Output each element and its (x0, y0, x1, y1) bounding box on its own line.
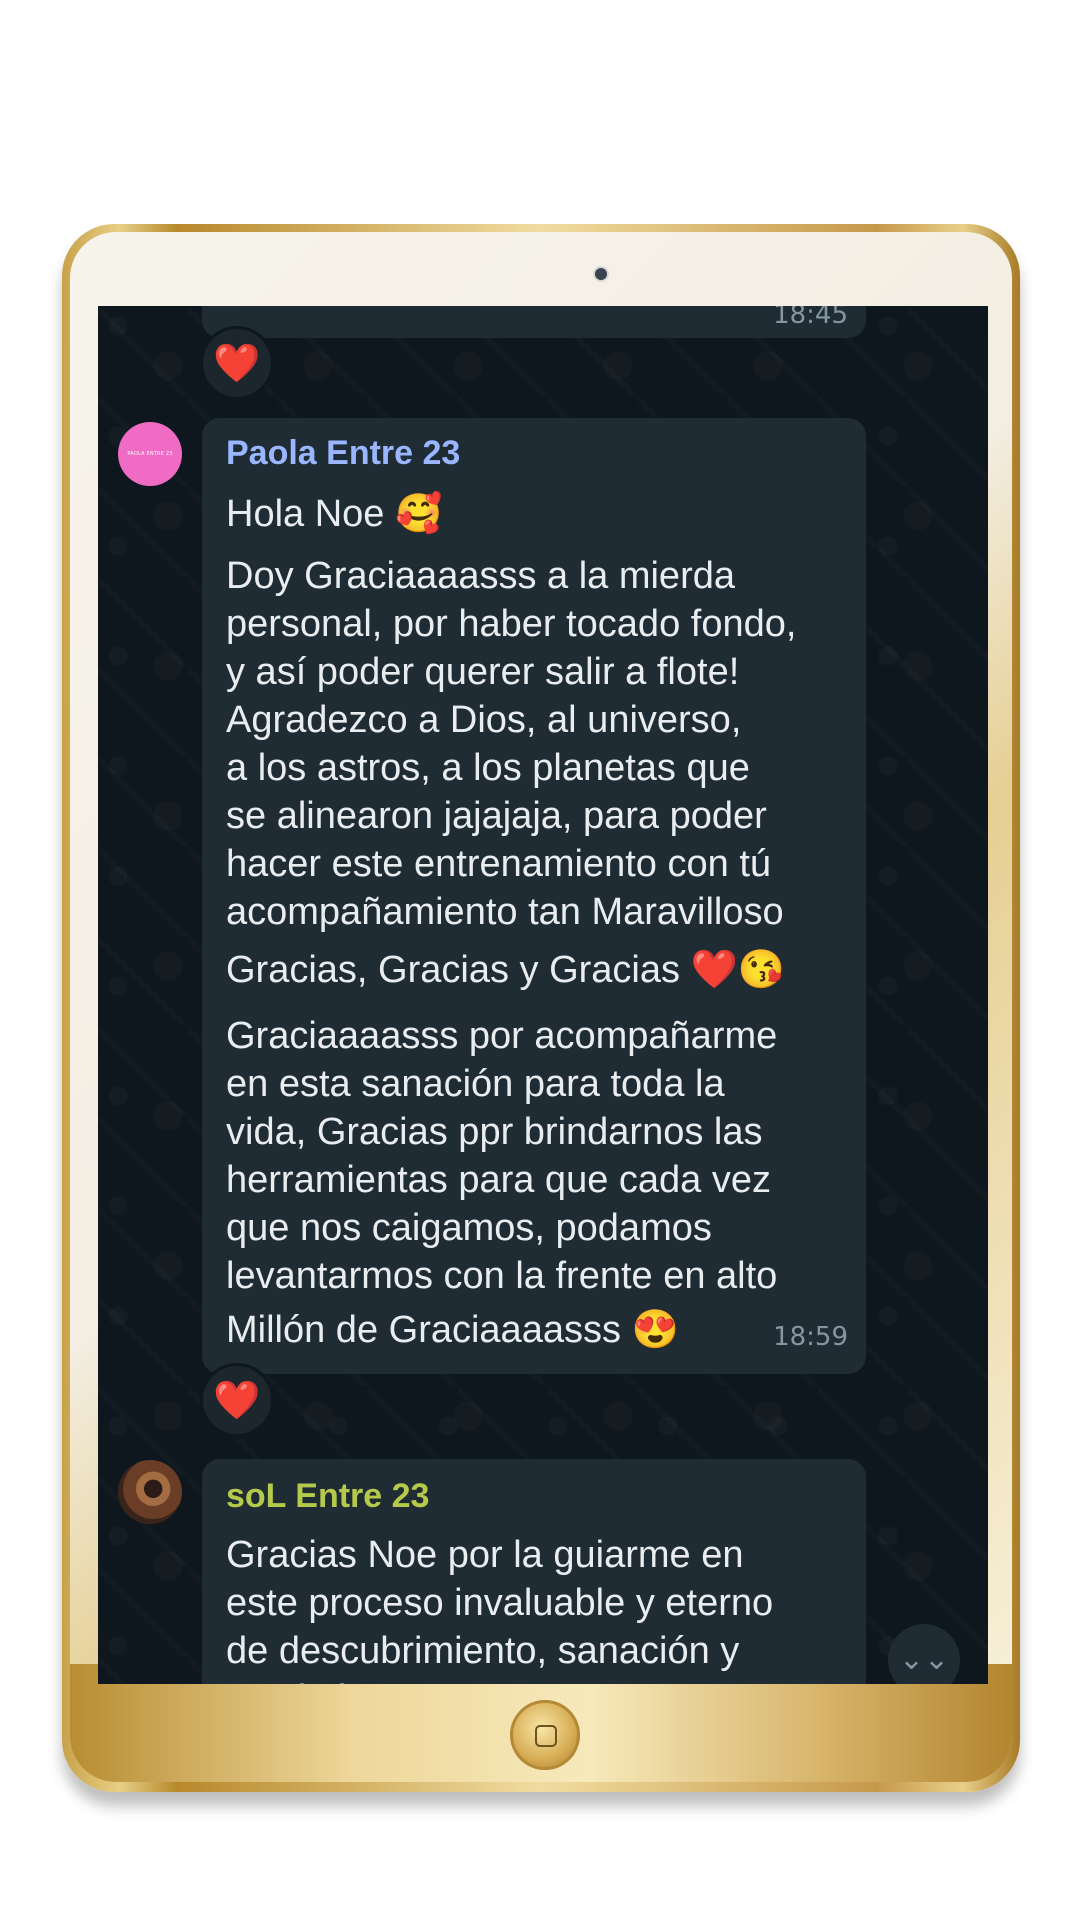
message-greeting: Hola Noe 🥰 (226, 493, 443, 535)
message-paragraph-2: Graciaaaasss por acompañarme en esta san… (226, 1015, 778, 1297)
message-paragraph-1: Doy Graciaaaasss a la mierda personal, p… (226, 555, 797, 933)
sender-name-sol: soL Entre 23 (226, 1477, 430, 1515)
tablet-frame: ♥ 18:45 ❤️ PAOLA ENTRE 23 Paola Entre 23… (62, 224, 1020, 1792)
sender-name-paola: Paola Entre 23 (226, 434, 461, 472)
heart-reaction-icon[interactable]: ❤️ (200, 326, 274, 400)
message-final-line: Millón de Graciaaaasss 😍 (226, 1309, 679, 1351)
avatar-label: PAOLA ENTRE 23 (127, 451, 173, 457)
message-text-sol: Gracias Noe por la guiarme en este proce… (226, 1534, 774, 1684)
front-camera (595, 268, 607, 280)
avatar-paola[interactable]: PAOLA ENTRE 23 (118, 422, 182, 486)
heart-reaction-icon[interactable]: ❤️ (200, 1363, 274, 1437)
home-button[interactable] (510, 1700, 580, 1770)
avatar-sol[interactable] (118, 1460, 182, 1524)
previous-message-time: 18:45 (773, 306, 848, 330)
home-square-icon (535, 1725, 557, 1747)
message-thanks-line: Gracias, Gracias y Gracias ❤️😘 (226, 949, 786, 991)
chat-screen: ♥ 18:45 ❤️ PAOLA ENTRE 23 Paola Entre 23… (98, 306, 988, 1684)
message-bubble-sol[interactable]: soL Entre 23 Gracias Noe por la guiarme … (202, 1459, 866, 1684)
previous-message-bubble[interactable]: ♥ 18:45 (202, 306, 866, 338)
message-time-paola: 18:59 (773, 1322, 848, 1352)
message-bubble-paola[interactable]: Paola Entre 23 Hola Noe 🥰 Doy Graciaaaas… (202, 418, 866, 1374)
